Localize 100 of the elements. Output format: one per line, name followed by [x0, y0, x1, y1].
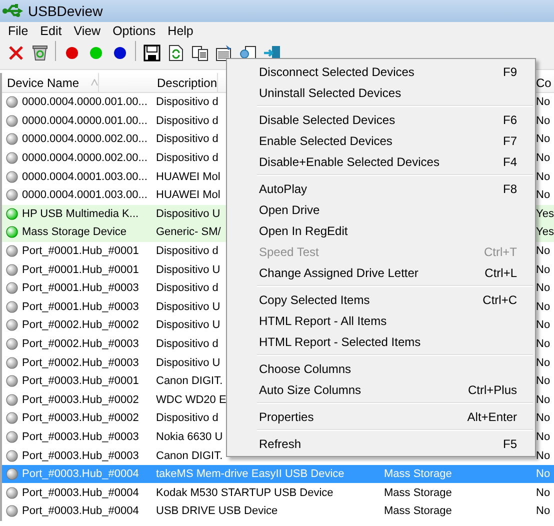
device-name: Port_#0001.Hub_#0003 [22, 300, 139, 313]
table-cell[interactable]: Port_#0001.Hub_#0003 [2, 278, 152, 298]
connected-value: No [536, 430, 550, 443]
menu-item[interactable]: Edit [34, 24, 68, 38]
connected-value: No [536, 319, 550, 332]
menu-item[interactable]: Help [162, 24, 200, 38]
table-cell[interactable]: Port_#0003.Hub_#0001 [2, 372, 152, 390]
connected-value: No [536, 96, 550, 108]
menu-item[interactable]: Refresh F5 [227, 433, 535, 454]
table-cell[interactable]: Port_#0001.Hub_#0003 [2, 298, 152, 316]
device-name: 0000.0004.0000.002.00... [22, 133, 148, 146]
table-cell[interactable]: Port_#0003.Hub_#0002 [2, 390, 152, 410]
device-description: Dispositivo d [156, 338, 218, 350]
refresh-icon [168, 44, 184, 62]
menu-item[interactable]: File [2, 24, 34, 38]
table-cell[interactable]: Port_#0003.Hub_#0003 [2, 446, 152, 465]
menu-item[interactable]: HTML Report - Selected Items [227, 331, 535, 352]
table-cell[interactable]: 0000.0004.0000.001.00... [2, 93, 152, 112]
table-cell[interactable]: HP USB Multimedia K... [2, 204, 152, 224]
connected-value: No [536, 152, 550, 164]
connected-value: No [536, 245, 550, 258]
menu-item[interactable]: Copy Selected Items Ctrl+C [227, 289, 535, 310]
device-description: Dispositivo d [156, 152, 218, 164]
device-description: Dispositivo U [156, 300, 220, 313]
device-description: Dispositivo d [156, 133, 218, 146]
connected-value: No [536, 394, 550, 406]
menu-item[interactable]: Disable+Enable Selected Devices F4 [227, 151, 535, 172]
connected-value: No [536, 486, 550, 499]
table-cell[interactable]: Mass Storage Device [2, 223, 152, 242]
table-cell[interactable]: Port_#0001.Hub_#0001 [2, 260, 152, 279]
device-name: 0000.0004.0000.001.00... [22, 96, 148, 108]
table-cell[interactable]: Port_#0002.Hub_#0003 [2, 334, 152, 354]
connected-value: No [536, 264, 550, 276]
device-description: Dispositivo d [156, 412, 218, 424]
copy-icon [190, 45, 208, 61]
cross-icon [8, 45, 24, 61]
device-description: Generic- SM/ [156, 226, 221, 238]
menu-item[interactable]: HTML Report - All Items [227, 310, 535, 331]
device-description: Dispositivo d [156, 245, 218, 258]
device-name: Port_#0003.Hub_#0002 [22, 394, 139, 406]
device-description: Dispositivo U [156, 264, 220, 276]
table-cell[interactable]: 0000.0004.0001.003.00... [2, 186, 152, 205]
table-cell[interactable]: 0000.0004.0000.002.00... [2, 148, 152, 168]
menu-item[interactable]: Enable Selected Devices F7 [227, 130, 535, 151]
table-cell[interactable]: Port_#0002.Hub_#0002 [2, 316, 152, 335]
device-description: Dispositivo d [156, 96, 218, 108]
table-cell[interactable]: Port_#0003.Hub_#0004 [2, 483, 152, 502]
menu-item[interactable]: Properties Alt+Enter [227, 406, 535, 427]
device-name: 0000.0004.0000.002.00... [22, 152, 148, 164]
window-title: USBDeview [28, 3, 103, 19]
table-cell[interactable]: 0000.0004.0000.002.00... [2, 130, 152, 149]
menu-item[interactable]: Open Drive [227, 199, 535, 220]
device-name: 0000.0004.0001.003.00... [22, 170, 148, 183]
table-cell[interactable]: Port_#0003.Hub_#0002 [2, 409, 152, 428]
menu-item[interactable]: Auto Size Columns Ctrl+Plus [227, 379, 535, 400]
menu-item[interactable]: AutoPlay F8 [227, 178, 535, 199]
device-description: WDC WD20 E [156, 394, 226, 406]
device-name: Port_#0001.Hub_#0003 [22, 282, 139, 294]
menu-item[interactable]: Options [106, 24, 162, 38]
device-description: Dispositivo d [156, 114, 218, 127]
device-name: Port_#0003.Hub_#0004 [22, 505, 139, 518]
device-name: Port_#0002.Hub_#0003 [22, 356, 139, 369]
device-description: HUAWEI Mol [156, 189, 220, 202]
device-description: HUAWEI Mol [156, 170, 220, 183]
device-name: Port_#0003.Hub_#0003 [22, 450, 139, 462]
table-cell[interactable]: Port_#0002.Hub_#0003 [2, 353, 152, 372]
device-name: Port_#0003.Hub_#0003 [22, 430, 139, 443]
device-description: Dispositivo U [156, 319, 220, 332]
menu-item[interactable]: Choose Columns [227, 358, 535, 379]
device-name: 0000.0004.0000.001.00... [22, 114, 148, 127]
table-cell[interactable]: Port_#0001.Hub_#0001 [2, 242, 152, 260]
device-description: Dispositivo U [156, 356, 220, 369]
table-cell[interactable]: 0000.0004.0000.001.00... [2, 112, 152, 130]
connected-value: No [536, 133, 550, 146]
device-name: Port_#0002.Hub_#0003 [22, 338, 139, 350]
table-cell[interactable]: Port_#0003.Hub_#0003 [2, 428, 152, 446]
table-cell[interactable]: Port_#0003.Hub_#0004 [2, 502, 152, 521]
connected-value: No [536, 338, 550, 350]
connected-value: No [536, 300, 550, 313]
connected-value: No [536, 114, 550, 127]
connected-value: No [536, 170, 550, 183]
table-cell[interactable]: 0000.0004.0001.003.00... [2, 167, 152, 186]
connected-value: Yes [536, 208, 554, 220]
usb-icon [2, 3, 24, 19]
column-header[interactable]: Description [152, 73, 218, 92]
column-header[interactable]: Co [535, 73, 554, 92]
save-icon [142, 44, 160, 62]
device-name: 0000.0004.0001.003.00... [22, 189, 148, 202]
connected-value: No [536, 412, 550, 424]
menu-item[interactable]: Open In RegEdit [227, 220, 535, 241]
menu-item[interactable]: Change Assigned Drive Letter Ctrl+L [227, 262, 535, 283]
device-description: Nokia 6630 U [156, 430, 223, 443]
device-description: Dispositivo d [156, 282, 218, 294]
menu-item[interactable]: Uninstall Selected Devices [227, 82, 535, 103]
column-header[interactable]: Device Name [2, 73, 100, 92]
menu-item[interactable]: Disable Selected Devices F6 [227, 109, 535, 130]
menu-item[interactable]: View [68, 24, 107, 38]
properties-icon [214, 44, 232, 62]
connected-value: No [536, 282, 550, 294]
menu-item[interactable]: Disconnect Selected Devices F9 [227, 61, 535, 82]
